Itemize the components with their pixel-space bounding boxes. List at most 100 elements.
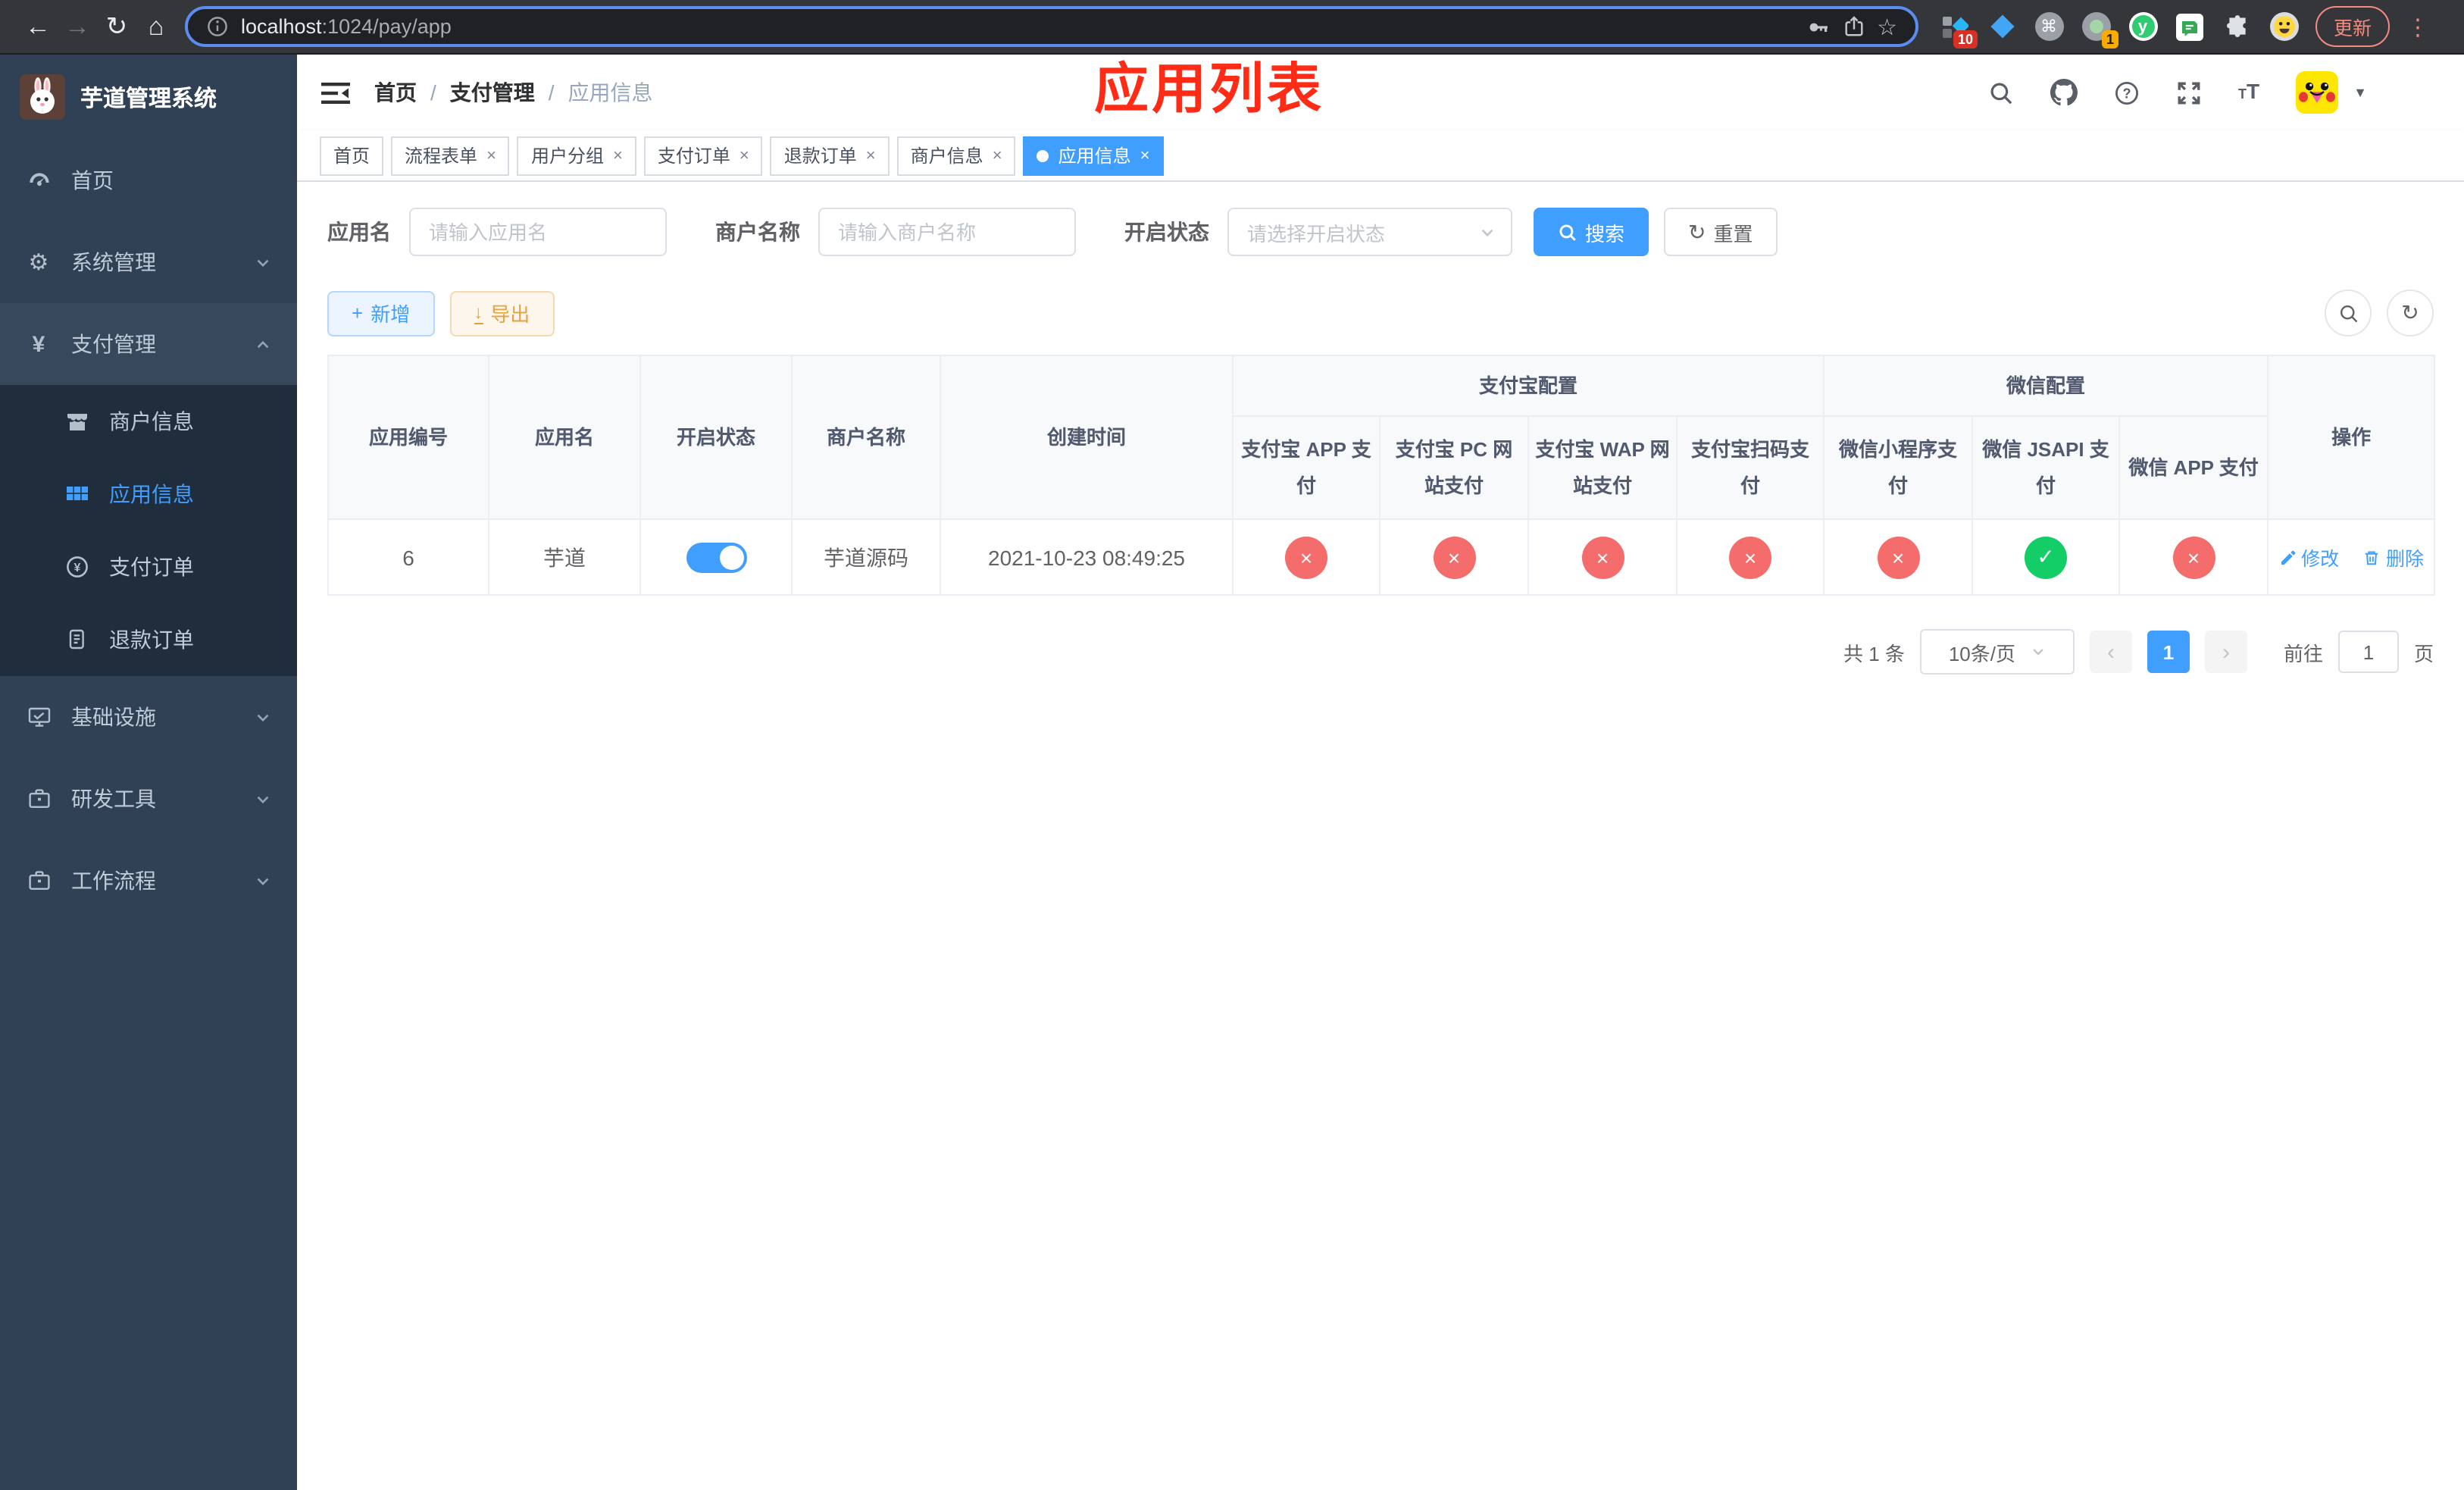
status-toggle[interactable] [686, 542, 746, 572]
col-header-alipay-qr: 支付宝扫码支付 [1675, 415, 1825, 520]
sidebar-item-system[interactable]: ⚙ 系统管理 [0, 221, 297, 303]
export-button[interactable]: ↓ 导出 [449, 290, 555, 336]
app-name-input[interactable] [409, 208, 667, 256]
tab-close-icon[interactable]: × [1140, 146, 1150, 164]
tab-close-icon[interactable]: × [613, 146, 623, 164]
col-header-alipay-pc: 支付宝 PC 网站支付 [1379, 415, 1529, 520]
address-bar[interactable]: localhost:1024/pay/app ☆ [185, 6, 1918, 47]
sidebar-item-merchant-info[interactable]: 商户信息 [0, 385, 297, 458]
alipay-app-status-icon: × [1285, 536, 1327, 578]
profile-avatar-icon[interactable] [2269, 11, 2299, 42]
sidebar-item-label: 基础设施 [71, 705, 156, 729]
delete-link-label: 删除 [2385, 549, 2424, 570]
header-search-icon[interactable] [1988, 80, 2014, 105]
tab-close-icon[interactable]: × [993, 146, 1002, 164]
alipay-pc-status-icon: × [1433, 536, 1475, 578]
sidebar-item-pay-order[interactable]: ¥ 支付订单 [0, 531, 297, 603]
status-label: 开启状态 [1124, 220, 1209, 244]
browser-forward-icon[interactable]: → [58, 11, 97, 42]
browser-menu-icon[interactable]: ⋮ [2406, 13, 2429, 40]
tab-app-info[interactable]: 应用信息 × [1023, 136, 1164, 175]
table-tools: ↻ [2325, 290, 2434, 337]
font-size-icon[interactable]: TT [2238, 79, 2259, 106]
tab-process-form[interactable]: 流程表单 × [391, 136, 510, 175]
breadcrumb-separator: / [430, 80, 436, 105]
extension-badge: 1 [2101, 30, 2118, 48]
extension-yuque-icon[interactable]: y [2128, 11, 2158, 42]
sidebar-item-workflow[interactable]: 工作流程 [0, 840, 297, 922]
sidebar-item-app-info[interactable]: 应用信息 [0, 458, 297, 531]
sidebar-item-refund-order[interactable]: 退款订单 [0, 603, 297, 676]
merchant-name-label: 商户名称 [715, 220, 800, 244]
reset-button[interactable]: ↻ 重置 [1664, 208, 1778, 256]
edit-link[interactable]: 修改 [2278, 543, 2339, 571]
page-size-select[interactable]: 10条/页 [1919, 629, 2075, 675]
goto-page-input[interactable] [2337, 631, 2399, 673]
search-button[interactable]: 搜索 [1534, 208, 1649, 256]
group-header-alipay: 支付宝配置 [1231, 355, 1825, 417]
browser-back-icon[interactable]: ← [18, 11, 58, 42]
extension-chat-icon[interactable] [2175, 11, 2205, 42]
col-header-app-name: 应用名 [488, 355, 641, 520]
page-1-button[interactable]: 1 [2147, 631, 2190, 673]
cell-merchant: 芋道源码 [791, 518, 941, 596]
tab-user-group[interactable]: 用户分组 × [517, 136, 636, 175]
sidebar-item-label: 应用信息 [109, 482, 194, 506]
tab-pay-order[interactable]: 支付订单 × [643, 136, 763, 175]
toggle-search-button[interactable] [2325, 290, 2372, 337]
wechat-jsapi-status-icon: ✓ [2025, 536, 2068, 578]
sidebar-item-label: 系统管理 [71, 250, 156, 274]
breadcrumb: 首页 / 支付管理 / 应用信息 [374, 77, 653, 108]
sidebar-item-infrastructure[interactable]: 基础设施 [0, 676, 297, 758]
col-header-status: 开启状态 [639, 355, 793, 520]
tab-label: 支付订单 [657, 146, 730, 167]
sidebar-item-home[interactable]: 首页 [0, 139, 297, 221]
tab-close-icon[interactable]: × [866, 146, 876, 164]
extension-command-icon[interactable]: ⌘ [2034, 11, 2064, 42]
chrome-update-button[interactable]: 更新 [2315, 6, 2391, 47]
browser-home-icon[interactable]: ⌂ [136, 11, 176, 42]
sidebar-item-label: 退款订单 [109, 628, 194, 652]
refresh-table-button[interactable]: ↻ [2387, 290, 2434, 337]
breadcrumb-payment[interactable]: 支付管理 [450, 77, 535, 108]
sidebar-item-payment[interactable]: ¥ 支付管理 [0, 303, 297, 385]
bookmark-star-icon[interactable]: ☆ [1877, 13, 1897, 40]
help-icon[interactable]: ? [2114, 80, 2140, 105]
extension-record-icon[interactable]: 1 [2081, 11, 2118, 48]
active-tab-dot [1037, 149, 1049, 161]
github-icon[interactable] [2050, 79, 2078, 106]
browser-reload-icon[interactable]: ↻ [97, 11, 136, 42]
alipay-wap-status-icon: × [1581, 536, 1624, 578]
grid-icon [64, 482, 89, 506]
password-key-icon[interactable] [1806, 14, 1830, 39]
tab-refund-order[interactable]: 退款订单 × [770, 136, 890, 175]
chevron-down-icon [1481, 228, 1493, 236]
sidebar-item-label: 商户信息 [109, 409, 194, 434]
tab-close-icon[interactable]: × [740, 146, 749, 164]
alipay-qr-status-icon: × [1729, 536, 1771, 578]
tab-close-icon[interactable]: × [486, 146, 496, 164]
extension-blocks-icon[interactable]: 10 [1940, 11, 1978, 48]
avatar-dropdown-caret-icon[interactable]: ▼ [2353, 85, 2367, 100]
merchant-name-input[interactable] [818, 208, 1076, 256]
add-button[interactable]: + 新增 [327, 290, 435, 336]
sidebar-item-label: 研发工具 [71, 787, 156, 811]
extensions-puzzle-icon[interactable] [2222, 11, 2252, 42]
sidebar-collapse-icon[interactable] [321, 80, 350, 105]
share-icon[interactable] [1842, 15, 1865, 38]
fullscreen-icon[interactable] [2176, 80, 2202, 105]
extension-diamond-icon[interactable] [1987, 11, 2017, 42]
status-select[interactable]: 请选择开启状态 [1227, 208, 1512, 256]
sidebar-item-dev-tools[interactable]: 研发工具 [0, 758, 297, 840]
tab-home[interactable]: 首页 [320, 136, 384, 175]
next-page-button[interactable]: › [2204, 631, 2247, 673]
tab-merchant-info[interactable]: 商户信息 × [896, 136, 1016, 175]
site-info-icon[interactable] [206, 15, 229, 38]
tab-label: 用户分组 [530, 146, 604, 167]
app-logo[interactable]: 芋道管理系统 [0, 55, 297, 139]
delete-link[interactable]: 删除 [2363, 543, 2424, 571]
tab-label: 首页 [333, 146, 371, 167]
user-avatar[interactable] [2296, 71, 2339, 114]
prev-page-button[interactable]: ‹ [2089, 631, 2132, 673]
breadcrumb-home[interactable]: 首页 [374, 77, 417, 108]
